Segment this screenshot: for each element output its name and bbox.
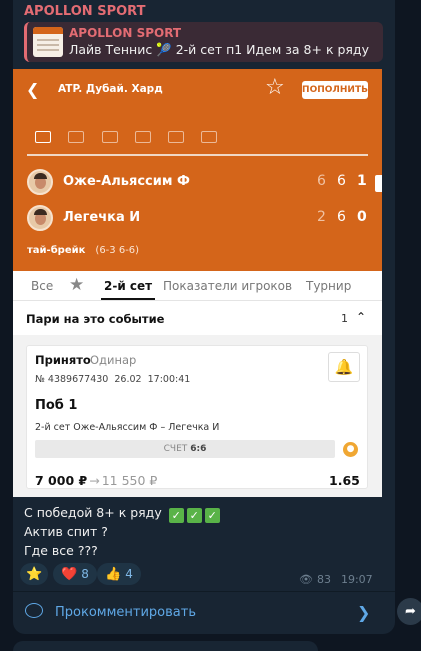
court-icon (102, 131, 118, 143)
check-icon: ✓ (204, 508, 220, 523)
bet-screenshot-image[interactable]: ❮ ATP. Дубай. Хард ☆ ПОПОЛНИТЬ Оже-Альяс… (13, 69, 382, 497)
match-header: ❮ ATP. Дубай. Хард ☆ ПОПОЛНИТЬ Оже-Альяс… (13, 69, 382, 271)
reply-text: Лайв Теннис 🎾 2-й сет п1 Идем за 8+ к ря… (69, 42, 369, 57)
player-avatar (27, 205, 53, 231)
set2-score: 6 (337, 173, 346, 189)
section-title: Пари на это событие (26, 312, 165, 326)
bet-outcome: Поб 1 (35, 398, 78, 413)
channel-name[interactable]: APOLLON SPORT (24, 4, 145, 19)
reply-title: APOLLON SPORT (69, 26, 182, 40)
player-row: Оже-Альяссим Ф 6 6 1 (27, 169, 372, 197)
player-name: Легечка И (63, 210, 141, 225)
stats-icon (135, 131, 151, 143)
tab-tournament: Турнир (306, 279, 352, 293)
bet-number: № 4389677430 26.02 17:00:41 (35, 374, 191, 385)
tiebreak-info: тай-брейк (6-3 6-6) (27, 245, 140, 256)
bet-amounts: 7 000 ₽ → 11 550 ₽ (35, 473, 158, 488)
message-meta: 👁 83 19:07 (299, 573, 373, 586)
bet-type: Одинар (90, 353, 137, 367)
reaction-star[interactable]: ⭐ (20, 563, 49, 585)
active-tab-underline (101, 298, 155, 300)
check-icon: ✓ (186, 508, 202, 523)
chevron-up-icon: ⌃ (356, 310, 367, 324)
bet-event: 2-й сет Оже-Альяссим Ф – Легечка И (35, 422, 220, 433)
bell-icon: 🔔 (328, 352, 360, 382)
section-count: 1 (341, 312, 348, 325)
match-view-tabs (35, 129, 375, 149)
comment-button[interactable]: Прокомментировать (55, 605, 196, 620)
set1-score: 2 (317, 209, 326, 225)
set3-score: 0 (357, 209, 367, 225)
reaction-thumbs-up[interactable]: 👍 4 (97, 563, 141, 585)
reaction-heart[interactable]: ❤️ 8 (53, 563, 97, 585)
serve-indicator (375, 175, 382, 192)
info-icon (35, 131, 51, 143)
message-line-3: Где все ??? (24, 543, 98, 558)
bet-odds: 1.65 (329, 473, 360, 488)
player-name: Оже-Альяссим Ф (63, 174, 190, 189)
reply-thumbnail (33, 27, 63, 57)
set3-score: 1 (357, 173, 367, 189)
thumbs-up-icon: 👍 (105, 567, 122, 582)
list-icon (201, 131, 217, 143)
reply-preview[interactable]: APOLLON SPORT Лайв Теннис 🎾 2-й сет п1 И… (24, 22, 383, 62)
next-message-bubble (13, 641, 318, 651)
comment-icon[interactable] (25, 603, 43, 618)
favorites-star-icon: ★ (69, 275, 85, 295)
tab-indicator (27, 154, 368, 156)
video-icon (68, 131, 84, 143)
check-icon: ✓ (168, 508, 184, 523)
eye-icon: 👁 (299, 573, 313, 586)
bet-tabs: Все ★ 2-й сет Показатели игроков Турнир (13, 271, 382, 301)
tab-set2: 2-й сет (104, 279, 153, 293)
player-avatar (27, 169, 53, 195)
message-line-2: Актив спит ? (24, 524, 108, 539)
set2-score: 6 (337, 209, 346, 225)
message-line-1: С победой 8+ к ряду ✓ ✓ ✓ (24, 505, 220, 523)
deposit-button: ПОПОЛНИТЬ (302, 81, 368, 99)
favorite-star-icon: ☆ (265, 75, 285, 100)
divider (13, 591, 395, 592)
star-icon: ⭐ (26, 567, 43, 582)
heart-icon: ❤️ (61, 567, 78, 582)
bet-card: Принято Одинар № 4389677430 26.02 17:00:… (26, 345, 368, 489)
tab-all: Все (31, 279, 54, 293)
back-arrow-icon: ❮ (26, 80, 40, 99)
tennis-ball-icon: ● (343, 442, 358, 457)
chevron-right-icon[interactable]: ❯ (357, 603, 370, 622)
player-row: Легечка И 2 6 0 (27, 205, 372, 233)
share-button[interactable]: ➦ (397, 598, 421, 625)
bet-status: Принято (35, 353, 91, 367)
tab-player-stats: Показатели игроков (163, 279, 293, 293)
score-bar: СЧЕТ 6:6 (35, 440, 335, 458)
chart-icon (168, 131, 184, 143)
league-title: ATP. Дубай. Хард (58, 83, 163, 95)
set1-score: 6 (317, 173, 326, 189)
bets-section-header: Пари на это событие 1 ⌃ (13, 301, 382, 335)
